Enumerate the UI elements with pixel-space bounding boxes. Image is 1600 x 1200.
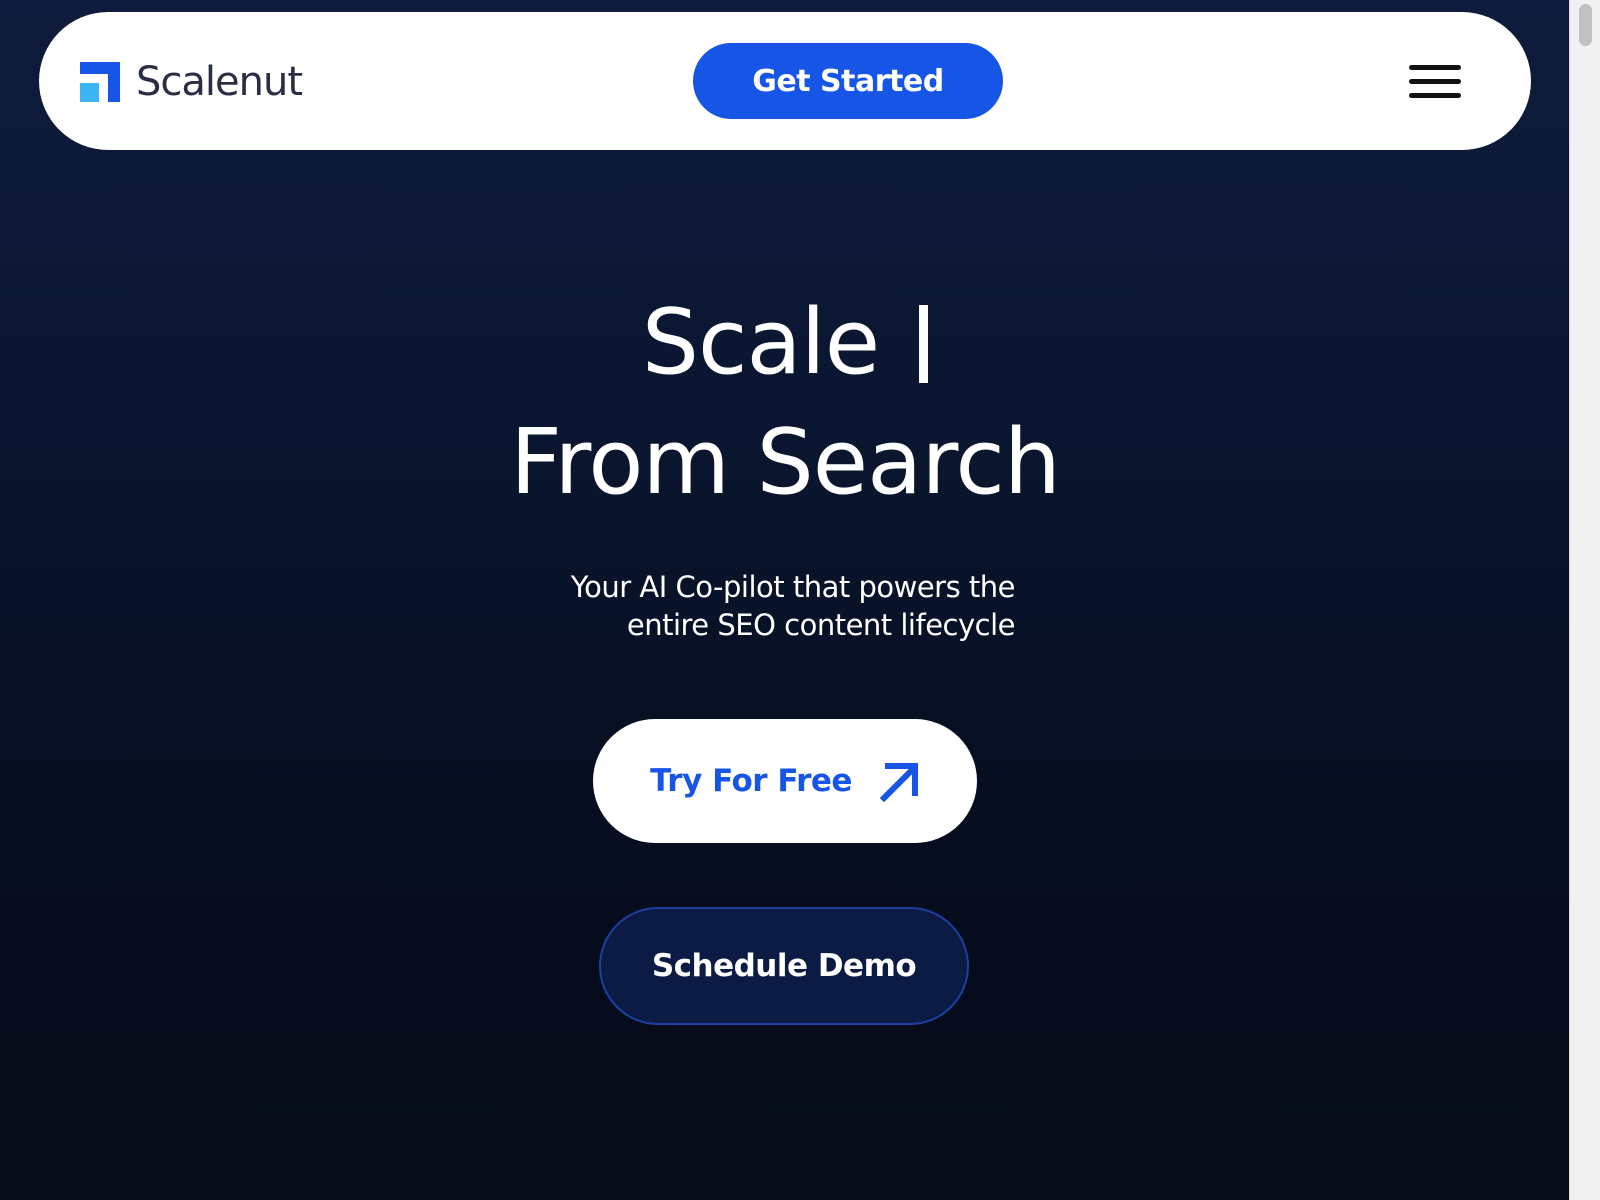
hero-title-line-2: From Search <box>510 410 1061 515</box>
get-started-button[interactable]: Get Started <box>693 43 1003 119</box>
vertical-scrollbar[interactable] <box>1569 0 1600 1200</box>
hero-title-line-1: Scale <box>0 288 1570 398</box>
hero-subtitle-line-1: Your AI Co-pilot that powers the <box>570 570 1016 604</box>
hero-subtitle-line-2: entire SEO content lifecycle <box>626 608 1016 642</box>
try-for-free-label: Try For Free <box>650 763 852 799</box>
scalenut-logo[interactable]: Scalenut <box>80 59 303 105</box>
arrow-up-right-icon <box>878 760 920 803</box>
typing-cursor <box>919 305 929 383</box>
schedule-demo-button[interactable]: Schedule Demo <box>599 907 969 1025</box>
logo-text: Scalenut <box>136 59 303 105</box>
scrollbar-thumb[interactable] <box>1579 4 1592 46</box>
site-header: Scalenut Get Started <box>39 12 1531 150</box>
hero-subtitle: Your AI Co-pilot that powers the entire … <box>500 568 1016 644</box>
scalenut-logo-icon <box>80 62 120 102</box>
try-for-free-button[interactable]: Try For Free <box>593 719 977 843</box>
landing-page: Scalenut Get Started Scale From Search Y… <box>0 0 1570 1200</box>
hamburger-menu-icon[interactable] <box>1407 59 1463 103</box>
hero-title-word: Scale <box>641 290 880 395</box>
